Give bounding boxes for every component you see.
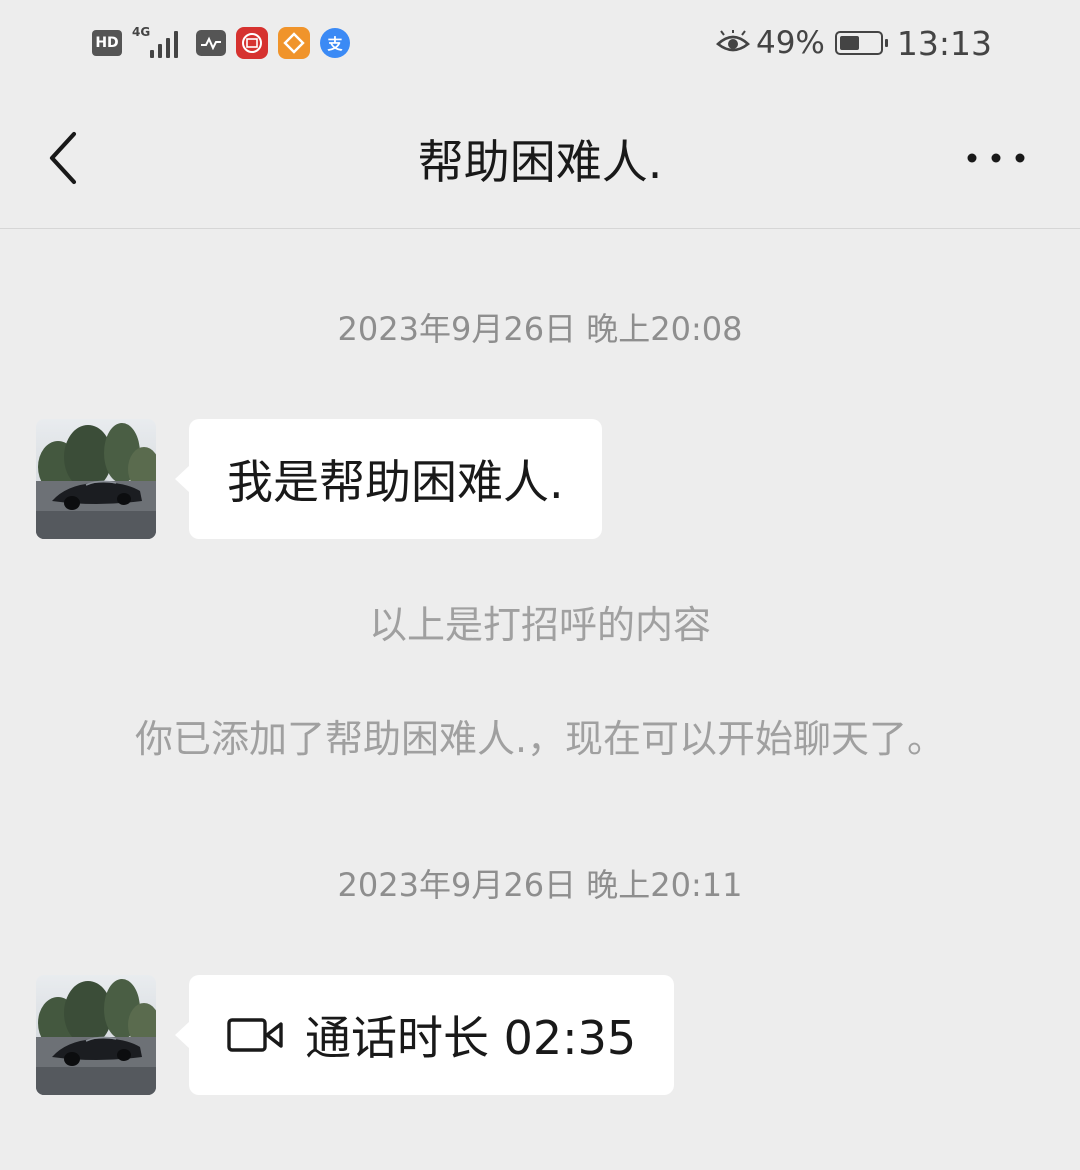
status-bar-right: 49% 13:13 (715, 22, 992, 64)
message-timestamp: 2023年9月26日 晚上20:08 (337, 310, 743, 348)
system-note-friend-added: 你已添加了帮助困难人.，现在可以开始聊天了。 (134, 717, 946, 761)
chat-header: 帮助困难人. (0, 86, 1080, 229)
call-duration-text: 通话时长 02:35 (305, 1011, 637, 1065)
clock: 13:13 (896, 23, 992, 63)
hd-badge: HD (92, 30, 122, 56)
more-options-icon[interactable] (966, 146, 1026, 170)
system-note-greeting: 以上是打招呼的内容 (368, 603, 711, 647)
message-text: 我是帮助困难人. (227, 455, 564, 509)
video-camera-icon (227, 1018, 283, 1052)
greeting-message-bubble[interactable]: 我是帮助困难人. (175, 419, 602, 539)
orange-app-icon (278, 27, 310, 59)
battery-percent: 49% (755, 25, 825, 61)
bank-app-icon (236, 27, 268, 59)
chat-screen: HD 4G 支 49% 13:13 帮助困难人. 2023年9月26日 晚上20… (0, 0, 1080, 1170)
contact-avatar[interactable] (36, 419, 156, 539)
alipay-icon: 支 (320, 28, 350, 58)
video-call-message-bubble[interactable]: 通话时长 02:35 (174, 975, 675, 1095)
network-type-label: 4G (132, 25, 151, 39)
message-timestamp: 2023年9月26日 晚上20:11 (337, 866, 743, 904)
status-bar: HD 4G 支 49% 13:13 (0, 0, 1080, 86)
chat-title: 帮助困难人. (417, 135, 663, 189)
eye-comfort-icon (715, 30, 750, 52)
signal-icon: 4G (132, 25, 184, 58)
status-bar-left: HD 4G 支 (92, 25, 360, 60)
activity-monitor-icon (196, 30, 226, 56)
battery-icon (834, 31, 888, 55)
contact-avatar[interactable] (36, 975, 156, 1095)
